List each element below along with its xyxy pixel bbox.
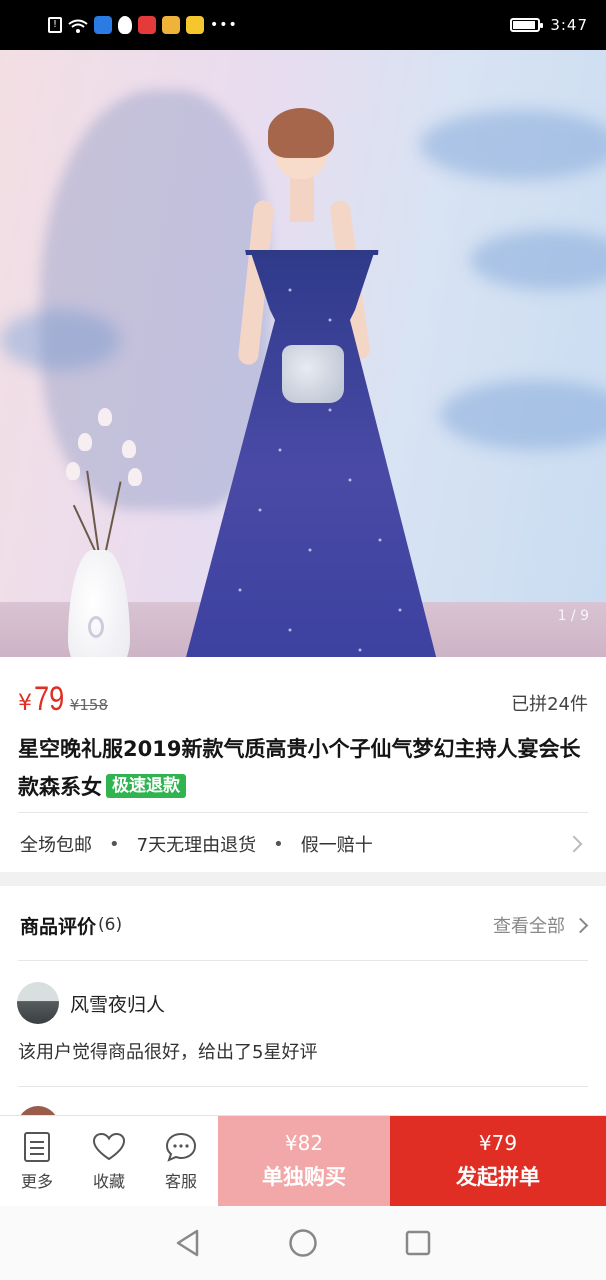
divider: [18, 960, 588, 961]
more-dots-icon: •••: [210, 17, 238, 33]
heart-icon: [93, 1133, 125, 1161]
vase-image: [68, 550, 130, 657]
product-title: 星空晚礼服2019新款气质高贵小个子仙气梦幻主持人宴会长款森系女 极速退款: [18, 730, 590, 806]
reviews-count: (6): [98, 915, 123, 935]
customer-service-label: 客服: [164, 1172, 197, 1191]
weibo-icon: [162, 16, 180, 34]
handbag-image: [282, 345, 344, 403]
status-time: 3:47: [550, 16, 588, 34]
chat-bubble-icon: [165, 1132, 197, 1162]
shield-app-icon: [94, 16, 112, 34]
product-title-text: 星空晚礼服2019新款气质高贵小个子仙气梦幻主持人宴会长款森系女: [18, 737, 581, 799]
service-7day-return: 7天无理由退货: [136, 835, 257, 856]
image-counter: 1 / 9: [557, 608, 589, 624]
divider: [18, 1086, 588, 1087]
more-label: 更多: [20, 1172, 53, 1191]
home-circle-icon: [289, 1229, 317, 1257]
customer-service-button[interactable]: 客服: [145, 1116, 217, 1206]
see-all-reviews-link[interactable]: 查看全部: [493, 912, 589, 938]
fruit-app-icon: [186, 16, 204, 34]
start-group-buy-button[interactable]: ¥79 发起拼单: [390, 1116, 606, 1206]
service-fake-compensation: 假一赔十: [300, 835, 373, 856]
back-button[interactable]: [173, 1228, 203, 1258]
reviewer: 风雪夜归人: [17, 982, 165, 1024]
list-icon: [24, 1132, 50, 1162]
reviewer-name: 风雪夜归人: [70, 993, 166, 1016]
currency-symbol: ¥: [18, 691, 32, 716]
buy-single-button[interactable]: ¥82 单独购买: [218, 1116, 390, 1206]
section-gap: [0, 872, 606, 886]
app-icon: [138, 16, 156, 34]
product-image-gallery[interactable]: 1 / 9: [0, 50, 606, 657]
wifi-icon: [68, 18, 88, 33]
dress-image: [186, 250, 437, 657]
separator-dot: •: [109, 833, 120, 855]
single-price: ¥82: [284, 1131, 324, 1155]
divider: [18, 812, 588, 813]
avatar: [17, 982, 59, 1024]
recents-square-icon: [406, 1230, 431, 1256]
separator-dot: •: [273, 833, 284, 855]
review-text: 该用户觉得商品很好，给出了5星好评: [18, 1042, 318, 1063]
price-row: ¥ 79 ¥158 已拼24件: [18, 680, 588, 720]
chevron-right-icon[interactable]: [565, 835, 583, 853]
more-button[interactable]: 更多: [1, 1116, 73, 1206]
original-price: ¥158: [69, 696, 109, 714]
fast-refund-badge: 极速退款: [106, 774, 186, 798]
back-triangle-icon: [176, 1229, 198, 1257]
status-icons: ! •••: [48, 16, 238, 34]
alert-icon: !: [48, 17, 62, 33]
reviews-label: 商品评价: [20, 915, 97, 938]
see-all-label: 查看全部: [493, 916, 565, 937]
start-group-label: 发起拼单: [456, 1165, 540, 1189]
group-price: ¥79: [478, 1131, 518, 1155]
recents-button[interactable]: [403, 1228, 433, 1258]
buy-single-label: 单独购买: [262, 1165, 346, 1189]
reviews-header: 商品评价 (6) 查看全部: [20, 905, 589, 945]
status-bar: ! ••• 3:47: [0, 0, 606, 50]
current-price: 79: [34, 680, 65, 718]
chevron-right-icon: [572, 917, 589, 933]
service-guarantees[interactable]: 全场包邮 • 7天无理由退货 • 假一赔十: [20, 826, 586, 862]
favorite-button[interactable]: 收藏: [73, 1116, 145, 1206]
home-button[interactable]: [288, 1228, 318, 1258]
qq-icon: [118, 16, 132, 34]
service-free-shipping: 全场包邮: [20, 835, 92, 856]
system-nav-bar: [0, 1206, 606, 1280]
bottom-action-bar: 更多 收藏 客服 ¥82 单独购买 ¥79 发起拼单: [0, 1115, 606, 1206]
battery-icon: [510, 18, 544, 32]
favorite-label: 收藏: [92, 1172, 125, 1191]
sold-count: 已拼24件: [511, 694, 588, 715]
